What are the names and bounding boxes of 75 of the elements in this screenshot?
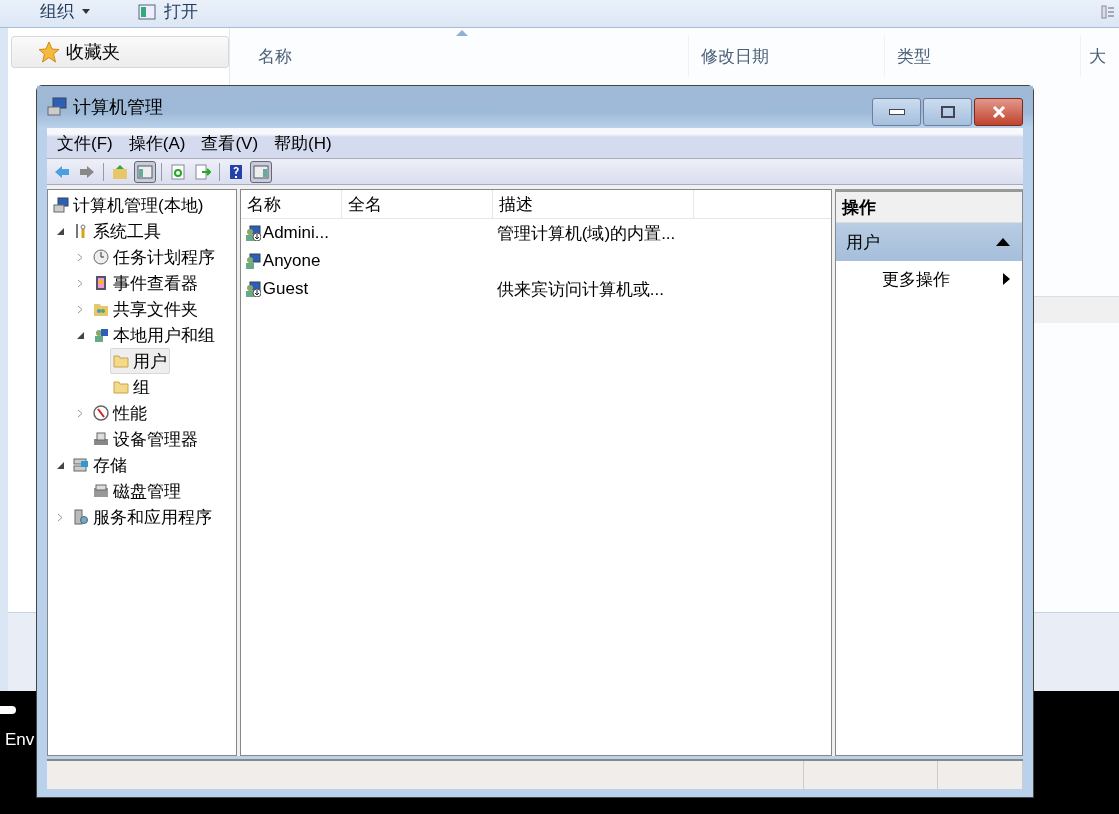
users-icon bbox=[93, 327, 109, 343]
maximize-icon bbox=[940, 106, 955, 118]
star-icon bbox=[38, 41, 60, 63]
toolbar-button[interactable] bbox=[134, 160, 156, 183]
tree-item[interactable]: 磁盘管理 bbox=[90, 478, 184, 504]
pane-toggle-icon bbox=[253, 163, 269, 180]
folder-up-icon bbox=[112, 163, 128, 180]
toolbar-button[interactable]: 组织 bbox=[36, 0, 94, 23]
table-cell: Admini... bbox=[262, 223, 329, 243]
share-icon bbox=[93, 301, 109, 317]
menu-item[interactable]: 操作(A) bbox=[128, 131, 186, 155]
action-section[interactable]: 用户 bbox=[836, 223, 1022, 261]
tree-item[interactable]: 系统工具 bbox=[70, 218, 164, 244]
menu-item[interactable]: 查看(V) bbox=[201, 131, 259, 155]
actions-header: 操作 bbox=[836, 192, 1022, 223]
folder-icon bbox=[113, 379, 129, 395]
table-cell-text: 管理计算机(域)的内置... bbox=[496, 222, 676, 245]
tree-item[interactable]: 本地用户和组 bbox=[90, 322, 218, 348]
view-icon bbox=[1101, 5, 1115, 19]
storage-icon bbox=[73, 457, 89, 473]
column-header[interactable]: 修改日期 bbox=[688, 36, 884, 76]
favorites-item[interactable]: 收藏夹 bbox=[11, 36, 229, 68]
log-icon bbox=[93, 275, 109, 291]
document-icon bbox=[138, 3, 156, 20]
maximize-button[interactable] bbox=[923, 98, 972, 126]
help-icon bbox=[228, 163, 244, 180]
table-cell: Anyone bbox=[262, 251, 321, 271]
tree-item[interactable]: 服务和应用程序 bbox=[70, 504, 215, 530]
column-header[interactable]: 名称 bbox=[240, 190, 342, 218]
toolbar-button[interactable] bbox=[250, 160, 272, 183]
terminal-text: Env bbox=[5, 730, 36, 750]
tree-item[interactable]: 共享文件夹 bbox=[90, 296, 201, 322]
column-header[interactable]: 全名 bbox=[341, 190, 493, 218]
back-arrow-icon bbox=[54, 163, 70, 180]
column-header[interactable]: 类型 bbox=[884, 36, 1080, 76]
perf-icon bbox=[93, 405, 109, 421]
computer-icon bbox=[53, 197, 69, 213]
close-button[interactable] bbox=[974, 98, 1023, 126]
minimize-icon bbox=[888, 109, 905, 115]
toolbar-button[interactable]: 打开 bbox=[134, 0, 202, 23]
column-header[interactable]: 大 bbox=[1080, 36, 1119, 76]
tree-item[interactable]: 用户 bbox=[110, 348, 170, 374]
tree-item[interactable]: 计算机管理(本地) bbox=[50, 192, 207, 218]
sort-arrow-icon bbox=[456, 30, 468, 36]
tools-icon bbox=[73, 223, 89, 239]
caret-icon bbox=[82, 9, 90, 14]
tree-item[interactable]: 存储 bbox=[70, 452, 130, 478]
tree-item[interactable]: 组 bbox=[110, 374, 153, 400]
disk-icon bbox=[93, 483, 109, 499]
tree-item[interactable]: 设备管理器 bbox=[90, 426, 201, 452]
table-cell: Guest bbox=[262, 279, 309, 299]
window-title: 计算机管理 bbox=[73, 96, 163, 119]
computer-icon bbox=[47, 97, 67, 117]
pane-toggle-icon bbox=[137, 163, 153, 180]
refresh-icon bbox=[170, 163, 186, 180]
column-header[interactable]: 描述 bbox=[492, 190, 694, 218]
services-icon bbox=[73, 509, 89, 525]
column-header[interactable]: 名称 bbox=[230, 36, 688, 76]
menu-item[interactable]: 帮助(H) bbox=[274, 131, 332, 155]
minimize-button[interactable] bbox=[872, 98, 921, 126]
menu-item[interactable]: 文件(F) bbox=[57, 131, 113, 155]
tree-item[interactable]: 性能 bbox=[90, 400, 150, 426]
table-cell-text: 供来宾访问计算机或... bbox=[496, 278, 664, 301]
submenu-arrow-icon bbox=[1003, 273, 1010, 285]
list-row[interactable]: Anyone bbox=[240, 247, 832, 275]
action-item[interactable]: 更多操作 bbox=[836, 261, 1022, 297]
forward-arrow-icon bbox=[79, 163, 95, 180]
tree-item[interactable]: 事件查看器 bbox=[90, 270, 201, 296]
export-icon bbox=[195, 163, 211, 180]
scroll-bar bbox=[0, 706, 16, 714]
close-icon bbox=[991, 106, 1006, 118]
device-icon bbox=[93, 431, 109, 447]
folder-icon bbox=[113, 353, 129, 369]
clock-icon bbox=[93, 249, 109, 265]
tree-item[interactable]: 任务计划程序 bbox=[90, 244, 218, 270]
